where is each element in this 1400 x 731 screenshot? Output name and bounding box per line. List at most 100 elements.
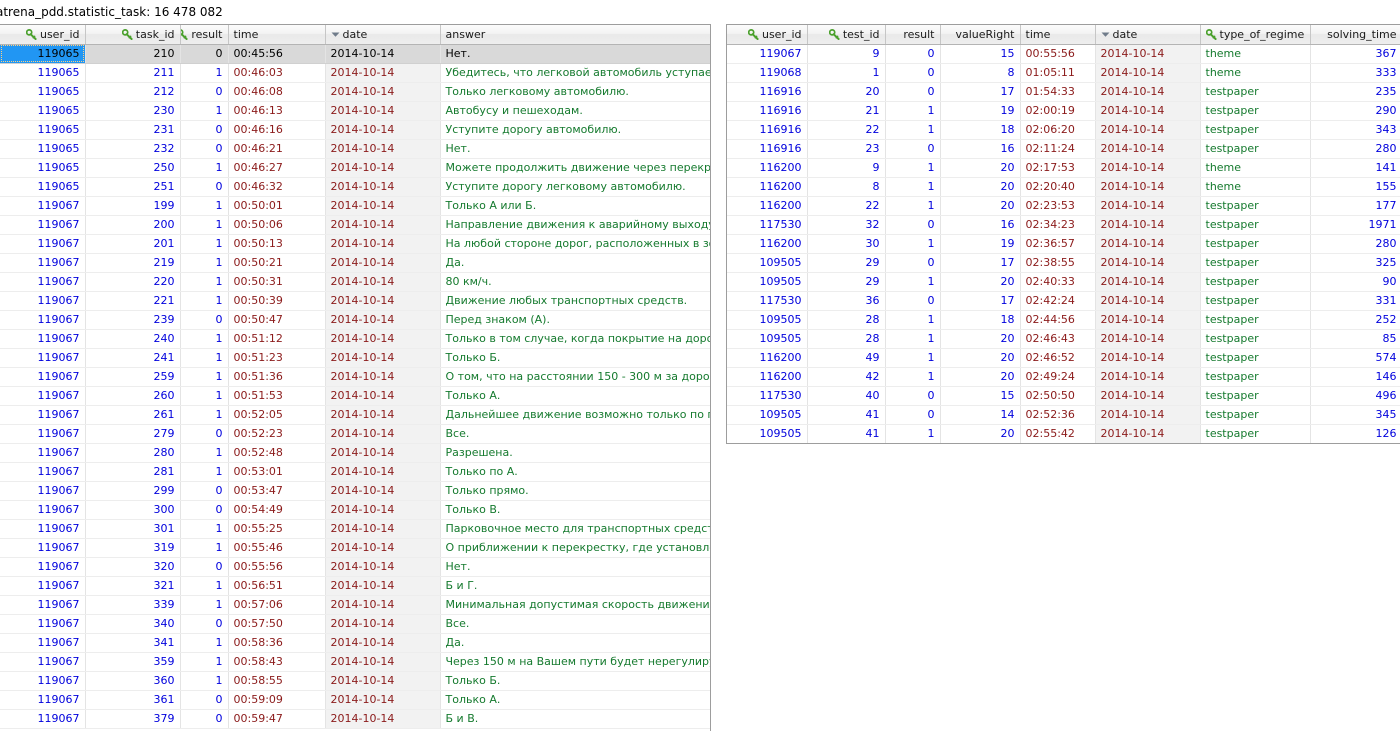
cell-date[interactable]: 2014-10-14 <box>325 177 441 197</box>
table-row[interactable]: 116200 49 1 20 02:46:52 2014-10-14 testpaper 57… <box>727 348 1400 368</box>
cell-test_id[interactable]: 8 <box>807 177 886 197</box>
cell-date[interactable]: 2014-10-14 <box>1095 215 1201 235</box>
cell-date[interactable]: 2014-10-14 <box>325 348 441 368</box>
cell-user_id[interactable]: 117530 <box>727 386 808 406</box>
cell-user_id[interactable]: 109505 <box>727 405 808 425</box>
cell-answer[interactable]: Через 150 м на Вашем пути будет нерегули… <box>440 652 710 672</box>
cell-user_id[interactable]: 119067 <box>0 557 86 577</box>
cell-result[interactable]: 1 <box>180 101 229 121</box>
cell-user_id[interactable]: 119067 <box>0 614 86 634</box>
cell-date[interactable]: 2014-10-14 <box>1095 424 1201 443</box>
cell-result[interactable]: 1 <box>885 234 941 254</box>
cell-solving_time[interactable]: 280 <box>1310 139 1400 159</box>
cell-answer[interactable]: Движение любых транспортных средств. <box>440 291 710 311</box>
cell-time[interactable]: 02:11:24 <box>1020 139 1096 159</box>
table-row[interactable]: 119067 301 1 00:55:25 2014-10-14 Парковочное … <box>0 519 710 539</box>
cell-test_id[interactable]: 28 <box>807 310 886 330</box>
table-row[interactable]: 119065 250 1 00:46:27 2014-10-14 Можете продо… <box>0 158 710 178</box>
cell-user_id[interactable]: 119067 <box>0 386 86 406</box>
cell-time[interactable]: 01:05:11 <box>1020 63 1096 83</box>
cell-time[interactable]: 00:54:49 <box>228 500 326 520</box>
cell-result[interactable]: 1 <box>885 120 941 140</box>
table-row[interactable]: 119065 230 1 00:46:13 2014-10-14 Автобусу и п… <box>0 101 710 121</box>
cell-test_id[interactable]: 21 <box>807 101 886 121</box>
cell-user_id[interactable]: 119067 <box>0 595 86 615</box>
cell-user_id[interactable]: 119067 <box>0 424 86 444</box>
cell-result[interactable]: 1 <box>180 272 229 292</box>
cell-result[interactable]: 1 <box>180 671 229 691</box>
table-row[interactable]: 119067 340 0 00:57:50 2014-10-14 Все. <box>0 614 710 634</box>
column-header-solving_time[interactable]: solving_time <box>1310 25 1400 45</box>
cell-user_id[interactable]: 119067 <box>0 234 86 254</box>
cell-answer[interactable]: Б и В. <box>440 709 710 729</box>
cell-task_id[interactable]: 260 <box>85 386 181 406</box>
table-row[interactable]: 119067 361 0 00:59:09 2014-10-14 Только А. <box>0 690 710 710</box>
table-row[interactable]: 109505 28 1 18 02:44:56 2014-10-14 testpaper 25… <box>727 310 1400 330</box>
cell-time[interactable]: 02:36:57 <box>1020 234 1096 254</box>
table-row[interactable]: 116200 42 1 20 02:49:24 2014-10-14 testpaper 14… <box>727 367 1400 387</box>
table-row[interactable]: 119067 219 1 00:50:21 2014-10-14 Да. <box>0 253 710 273</box>
table-row[interactable]: 119067 201 1 00:50:13 2014-10-14 На любой сто… <box>0 234 710 254</box>
table-row[interactable]: 116200 30 1 19 02:36:57 2014-10-14 testpaper 28… <box>727 234 1400 254</box>
cell-solving_time[interactable]: 325 <box>1310 253 1400 273</box>
cell-time[interactable]: 00:46:13 <box>228 101 326 121</box>
cell-solving_time[interactable]: 141 <box>1310 158 1400 178</box>
cell-time[interactable]: 00:55:25 <box>228 519 326 539</box>
cell-time[interactable]: 02:34:23 <box>1020 215 1096 235</box>
cell-time[interactable]: 00:46:21 <box>228 139 326 159</box>
cell-test_id[interactable]: 1 <box>807 63 886 83</box>
cell-date[interactable]: 2014-10-14 <box>1095 196 1201 216</box>
cell-result[interactable]: 0 <box>180 120 229 140</box>
cell-result[interactable]: 1 <box>885 329 941 349</box>
cell-type_of_regime[interactable]: testpaper <box>1200 405 1311 425</box>
cell-user_id[interactable]: 116200 <box>727 234 808 254</box>
cell-user_id[interactable]: 116200 <box>727 177 808 197</box>
cell-task_id[interactable]: 361 <box>85 690 181 710</box>
cell-date[interactable]: 2014-10-14 <box>325 709 441 729</box>
cell-time[interactable]: 00:46:32 <box>228 177 326 197</box>
cell-solving_time[interactable]: 280 <box>1310 234 1400 254</box>
column-header-date[interactable]: date <box>325 25 441 45</box>
cell-test_id[interactable]: 36 <box>807 291 886 311</box>
cell-result[interactable]: 1 <box>180 63 229 83</box>
cell-user_id[interactable]: 119065 <box>0 44 86 64</box>
table-row[interactable]: 116916 23 0 16 02:11:24 2014-10-14 testpaper 28… <box>727 139 1400 159</box>
cell-task_id[interactable]: 300 <box>85 500 181 520</box>
cell-type_of_regime[interactable]: testpaper <box>1200 386 1311 406</box>
cell-valueright[interactable]: 16 <box>940 139 1021 159</box>
cell-date[interactable]: 2014-10-14 <box>1095 386 1201 406</box>
cell-task_id[interactable]: 200 <box>85 215 181 235</box>
table-row[interactable]: 117530 40 0 15 02:50:50 2014-10-14 testpaper 49… <box>727 386 1400 406</box>
table-row[interactable]: 119067 281 1 00:53:01 2014-10-14 Только по А. <box>0 462 710 482</box>
cell-result[interactable]: 0 <box>885 82 941 102</box>
cell-user_id[interactable]: 109505 <box>727 329 808 349</box>
cell-answer[interactable]: О том, что на расстоянии 150 - 300 м за … <box>440 367 710 387</box>
cell-date[interactable]: 2014-10-14 <box>325 367 441 387</box>
cell-test_id[interactable]: 29 <box>807 253 886 273</box>
column-header-valueright[interactable]: valueRight <box>940 25 1021 45</box>
cell-result[interactable]: 0 <box>885 63 941 83</box>
cell-task_id[interactable]: 219 <box>85 253 181 273</box>
column-header-date[interactable]: date <box>1095 25 1201 45</box>
cell-result[interactable]: 1 <box>180 215 229 235</box>
cell-time[interactable]: 00:45:56 <box>228 44 326 64</box>
cell-date[interactable]: 2014-10-14 <box>1095 101 1201 121</box>
cell-valueright[interactable]: 20 <box>940 196 1021 216</box>
cell-date[interactable]: 2014-10-14 <box>325 595 441 615</box>
table-row[interactable]: 119067 300 0 00:54:49 2014-10-14 Только В. <box>0 500 710 520</box>
cell-answer[interactable]: Направление движения к аварийному выходу… <box>440 215 710 235</box>
cell-result[interactable]: 1 <box>180 652 229 672</box>
cell-date[interactable]: 2014-10-14 <box>325 329 441 349</box>
cell-date[interactable]: 2014-10-14 <box>325 671 441 691</box>
cell-time[interactable]: 00:56:51 <box>228 576 326 596</box>
cell-result[interactable]: 0 <box>885 405 941 425</box>
cell-time[interactable]: 00:50:39 <box>228 291 326 311</box>
cell-valueright[interactable]: 18 <box>940 120 1021 140</box>
cell-result[interactable]: 0 <box>885 215 941 235</box>
cell-user_id[interactable]: 119067 <box>0 348 86 368</box>
cell-result[interactable]: 0 <box>180 500 229 520</box>
column-header-test_id[interactable]: test_id <box>807 25 886 45</box>
cell-test_id[interactable]: 32 <box>807 215 886 235</box>
cell-time[interactable]: 00:58:55 <box>228 671 326 691</box>
cell-date[interactable]: 2014-10-14 <box>1095 310 1201 330</box>
